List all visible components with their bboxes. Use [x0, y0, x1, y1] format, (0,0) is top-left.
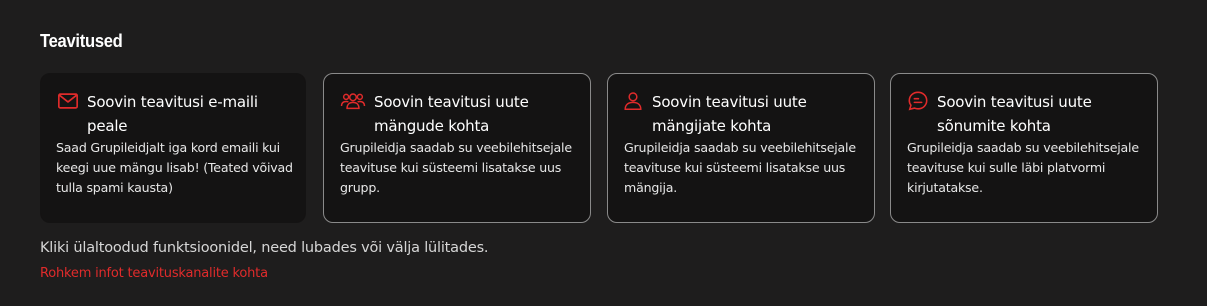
card-title: Soovin teavitusi uute sõnumite kohta: [937, 93, 1092, 135]
user-icon: [622, 90, 644, 112]
new-messages-notification-card[interactable]: Soovin teavitusi uute sõnumite kohta Gru…: [890, 73, 1158, 223]
notifications-section: Teavitused Soovin teavitusi e-maili peal…: [0, 0, 1207, 306]
card-description: Grupileidja saadab su veebilehitsejale t…: [907, 140, 1139, 195]
section-title: Teavitused: [40, 31, 123, 51]
envelope-icon: [57, 90, 79, 112]
notification-cards: Soovin teavitusi e-maili peale Saad Grup…: [40, 73, 1158, 223]
card-description: Grupileidja saadab su veebilehitsejale t…: [340, 140, 572, 195]
email-notification-card[interactable]: Soovin teavitusi e-maili peale Saad Grup…: [40, 73, 306, 223]
new-players-notification-card[interactable]: Soovin teavitusi uute mängijate kohta Gr…: [607, 73, 875, 223]
instruction-text: Kliki ülaltoodud funktsioonidel, need lu…: [40, 240, 489, 256]
users-group-icon: [340, 90, 366, 112]
message-bubble-icon: [907, 90, 929, 112]
card-title: Soovin teavitusi uute mängude kohta: [374, 93, 529, 135]
card-title: Soovin teavitusi e-maili peale: [87, 93, 258, 135]
new-games-notification-card[interactable]: Soovin teavitusi uute mängude kohta Grup…: [323, 73, 591, 223]
card-description: Saad Grupileidjalt iga kord emaili kui k…: [56, 140, 293, 195]
card-description: Grupileidja saadab su veebilehitsejale t…: [624, 140, 856, 195]
more-info-link[interactable]: Rohkem infot teavituskanalite kohta: [40, 266, 268, 281]
card-title: Soovin teavitusi uute mängijate kohta: [652, 93, 807, 135]
